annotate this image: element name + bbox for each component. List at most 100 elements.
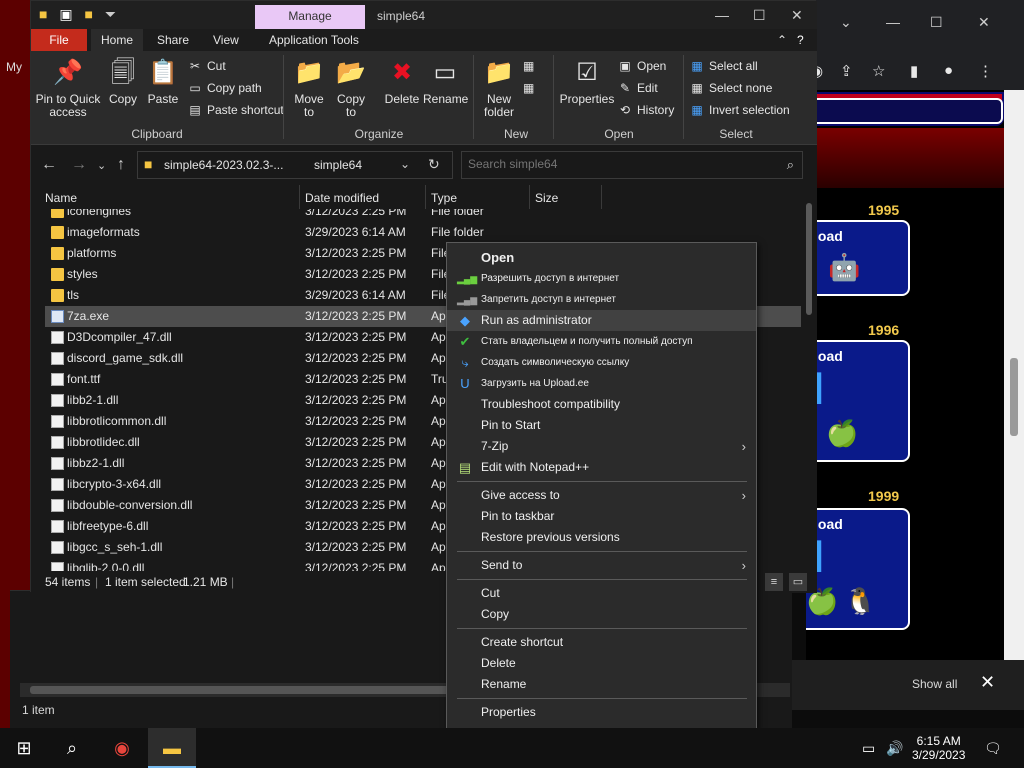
menu-item[interactable]: ▂▄▆ Запретить доступ в интернет <box>447 289 756 310</box>
menu-item[interactable]: Pin to taskbar <box>447 506 756 527</box>
chrome-taskbar-button[interactable]: ◉ <box>100 728 144 768</box>
up-icon[interactable]: ↑ <box>117 156 125 174</box>
delete-button[interactable]: ✖ Delete <box>381 57 423 106</box>
sidebar-icon[interactable]: ▮ <box>910 62 918 80</box>
share-icon[interactable]: ⇪ <box>840 62 853 80</box>
tab-home[interactable]: Home <box>91 29 144 51</box>
paste-button[interactable]: 📋 Paste <box>143 57 183 106</box>
history-icon: ⟲ <box>619 103 631 117</box>
breadcrumb-current[interactable]: simple64 <box>314 158 362 172</box>
menu-item[interactable]: ▂▄▆ Разрешить доступ в интернет <box>447 268 756 289</box>
menu-item[interactable]: Create shortcut <box>447 632 756 653</box>
properties-icon[interactable]: ▣ <box>59 6 72 22</box>
close-icon[interactable]: ✕ <box>980 672 995 693</box>
maximize-icon[interactable]: ☐ <box>753 7 766 24</box>
menu-item[interactable]: ▤ Edit with Notepad++ <box>447 457 756 478</box>
tab-share[interactable]: Share <box>147 29 199 51</box>
edit-button[interactable]: ✎ Edit <box>617 79 658 97</box>
move-to-button[interactable]: 📁 Move to <box>289 57 329 119</box>
menu-item[interactable]: Open <box>447 247 756 268</box>
download-card[interactable]: load ▌ 🍏 🐧 <box>806 508 910 630</box>
menu-item[interactable]: Rename <box>447 674 756 695</box>
column-size[interactable]: Size <box>535 191 558 205</box>
back-icon[interactable]: ← <box>41 156 57 174</box>
copy-path-button[interactable]: ▭ Copy path <box>187 79 261 97</box>
properties-button[interactable]: ☑ Properties <box>559 57 615 106</box>
column-name[interactable]: Name <box>45 191 77 205</box>
menu-item[interactable]: Cut <box>447 583 756 604</box>
open-button[interactable]: ▣ Open <box>617 57 666 75</box>
address-bar[interactable]: ■ simple64-2023.02.3-... simple64 ⌄ ↻ <box>137 151 453 179</box>
select-all-button[interactable]: ▦ Select all <box>689 57 757 75</box>
column-type[interactable]: Type <box>431 191 457 205</box>
file-date: 3/12/2023 2:25 PM <box>305 414 407 428</box>
select-none-button[interactable]: ▦ Select none <box>689 79 772 97</box>
menu-item[interactable]: U Загрузить на Upload.ee <box>447 373 756 394</box>
search-input[interactable] <box>468 157 768 171</box>
recent-locations-icon[interactable]: ⌄ <box>97 159 106 172</box>
download-card[interactable]: load 🤖 <box>806 220 910 296</box>
search-box[interactable]: ⌕ <box>461 151 803 179</box>
chevron-down-icon[interactable]: ⌄ <box>840 14 852 31</box>
chevron-down-icon[interactable]: ⌄ <box>400 157 410 171</box>
cut-button[interactable]: ✂ Cut <box>187 57 226 75</box>
menu-item[interactable]: ◆ Run as administrator <box>447 310 756 331</box>
vertical-scrollbar[interactable] <box>803 193 815 571</box>
menu-icon[interactable]: ⋮ <box>978 62 993 80</box>
download-card[interactable]: load ▌ 🍏 <box>806 340 910 462</box>
clock[interactable]: 6:15 AM 3/29/2023 <box>912 734 965 762</box>
menu-item[interactable]: Copy <box>447 604 756 625</box>
minimize-icon[interactable]: — <box>886 14 900 30</box>
profile-icon[interactable]: ● <box>944 62 953 79</box>
network-icon[interactable]: ▭ <box>862 740 875 757</box>
file-explorer-taskbar-button[interactable]: ▬ <box>148 728 196 768</box>
menu-item[interactable]: ⤷ Создать символическую ссылку <box>447 352 756 373</box>
start-button[interactable]: ⊞ <box>0 728 48 768</box>
file-row[interactable]: iconengines 3/12/2023 2:25 PM File folder <box>45 209 801 222</box>
close-icon[interactable]: ✕ <box>978 14 990 31</box>
refresh-icon[interactable]: ↻ <box>428 156 440 173</box>
copy-to-button[interactable]: 📂 Copy to <box>331 57 371 119</box>
volume-icon[interactable]: 🔊 <box>886 740 903 757</box>
copy-button[interactable]: 🗐 Copy <box>103 57 143 106</box>
notification-icon[interactable]: 🗨 <box>984 740 1002 757</box>
column-date-modified[interactable]: Date modified <box>305 191 379 205</box>
tab-application-tools[interactable]: Application Tools <box>259 29 369 51</box>
pin-quick-access-button[interactable]: 📌 Pin to Quick access <box>35 57 101 119</box>
search-button[interactable]: ⌕ <box>50 728 94 768</box>
tab-view[interactable]: View <box>203 29 249 51</box>
minimize-icon[interactable]: — <box>715 7 729 23</box>
breadcrumb-parent[interactable]: simple64-2023.02.3-... <box>164 158 283 172</box>
menu-item[interactable]: Give access to › <box>447 485 756 506</box>
paste-shortcut-button[interactable]: ▤ Paste shortcut <box>187 101 283 119</box>
help-icon[interactable]: ? <box>787 29 814 51</box>
history-button[interactable]: ⟲ History <box>617 101 674 119</box>
chevron-down-icon[interactable]: ⏷ <box>105 6 116 22</box>
easy-access-icon[interactable]: ▦ <box>523 79 534 97</box>
large-icons-view-icon[interactable]: ▭ <box>789 573 807 591</box>
menu-item[interactable]: Pin to Start <box>447 415 756 436</box>
menu-item[interactable]: Properties <box>447 702 756 723</box>
tab-file[interactable]: File <box>31 29 87 51</box>
rename-button[interactable]: ▭ Rename <box>423 57 468 106</box>
show-all-button[interactable]: Show all <box>912 677 957 691</box>
details-view-icon[interactable]: ≡ <box>765 573 783 591</box>
browser-scrollbar[interactable] <box>1004 90 1024 660</box>
menu-item[interactable]: ✔ Стать владельцем и получить полный дост… <box>447 331 756 352</box>
forward-icon[interactable]: → <box>71 156 87 174</box>
file-row[interactable]: imageformats 3/29/2023 6:14 AM File folder <box>45 222 801 243</box>
menu-item[interactable]: Restore previous versions <box>447 527 756 548</box>
close-icon[interactable]: ✕ <box>791 7 803 24</box>
folder-icon[interactable]: ■ <box>39 6 47 22</box>
new-folder-button[interactable]: 📁 New folder <box>479 57 519 119</box>
menu-item[interactable]: Delete <box>447 653 756 674</box>
invert-selection-button[interactable]: ▦ Invert selection <box>689 101 789 119</box>
manage-tab[interactable]: Manage <box>255 5 365 29</box>
menu-item[interactable]: Send to › <box>447 555 756 576</box>
menu-item[interactable]: 7-Zip › <box>447 436 756 457</box>
new-folder-icon[interactable]: ■ <box>84 6 92 22</box>
menu-item[interactable]: Troubleshoot compatibility <box>447 394 756 415</box>
star-icon[interactable]: ☆ <box>872 62 885 80</box>
new-item-icon[interactable]: ▦ <box>523 57 534 75</box>
maximize-icon[interactable]: ☐ <box>930 14 943 31</box>
